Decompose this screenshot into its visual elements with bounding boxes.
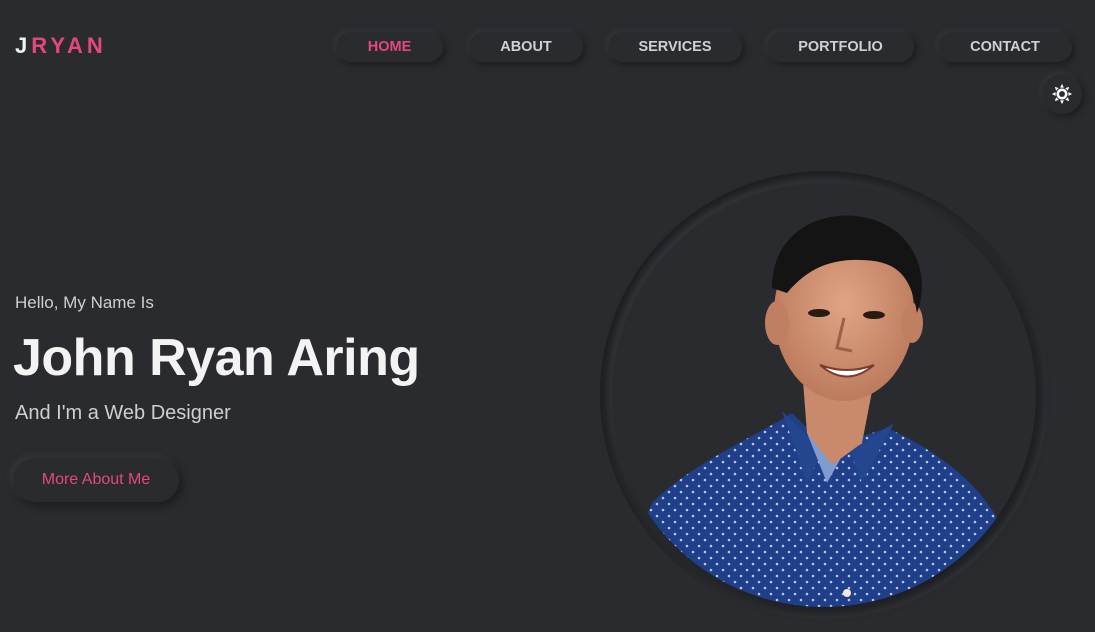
nav-portfolio[interactable]: PORTFOLIO bbox=[767, 32, 914, 62]
profile-photo bbox=[612, 215, 1036, 607]
nav-contact[interactable]: CONTACT bbox=[938, 32, 1072, 62]
theme-toggle-button[interactable] bbox=[1042, 74, 1082, 114]
logo[interactable]: J RYAN bbox=[15, 33, 107, 59]
nav-home[interactable]: HOME bbox=[336, 32, 443, 62]
logo-initial: J bbox=[15, 33, 32, 58]
more-about-me-button[interactable]: More About Me bbox=[13, 458, 179, 502]
profile-ring bbox=[600, 171, 1048, 619]
logo-name: RYAN bbox=[31, 33, 107, 58]
profile-photo-frame bbox=[612, 183, 1036, 607]
hero-name: John Ryan Aring bbox=[13, 329, 420, 387]
sun-icon bbox=[1051, 83, 1073, 105]
role-text: And I'm a Web Designer bbox=[15, 402, 231, 424]
greeting-text: Hello, My Name Is bbox=[15, 293, 154, 312]
nav-services[interactable]: SERVICES bbox=[608, 32, 742, 62]
page: J RYAN HOME ABOUT SERVICES PORTFOLIO CON… bbox=[0, 0, 1095, 632]
nav-about[interactable]: ABOUT bbox=[469, 32, 583, 62]
